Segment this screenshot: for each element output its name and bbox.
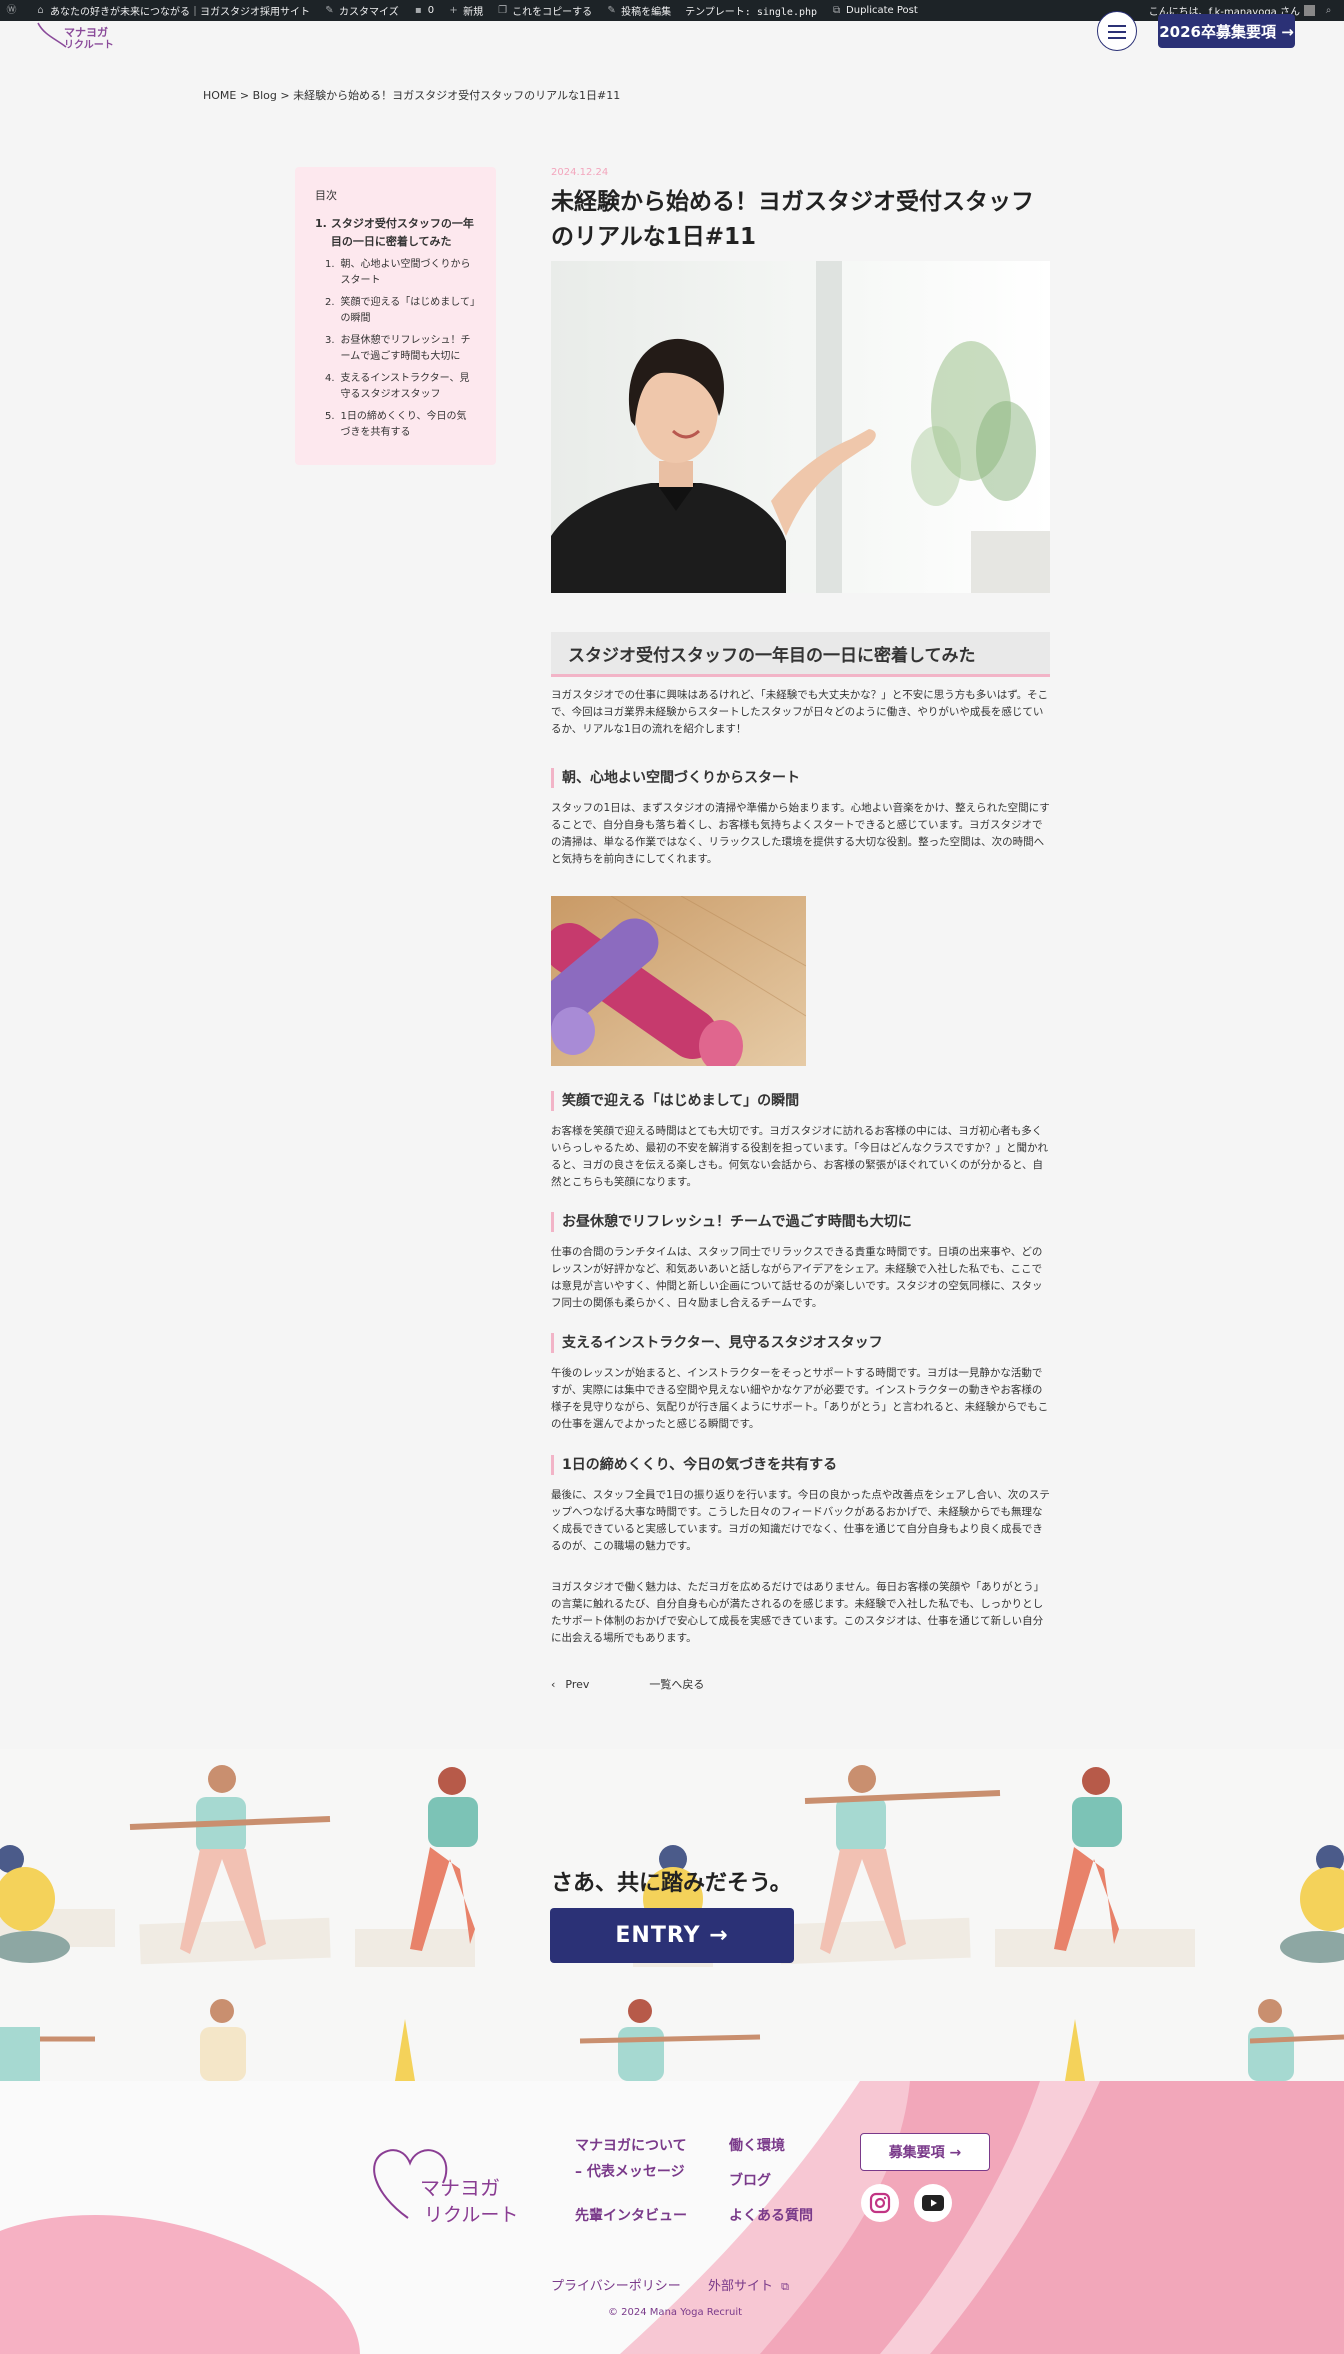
toc-item[interactable]: 1. 朝、心地よい空間づくりからスタート — [325, 257, 476, 289]
instagram-icon — [869, 2192, 891, 2214]
subheading: 笑顔で迎える「はじめまして」の瞬間 — [551, 1091, 799, 1111]
prev-link[interactable]: ‹ Prev — [551, 1676, 589, 1692]
wordpress-icon: Ⓦ — [6, 5, 17, 16]
brush-icon: ✎ — [325, 5, 334, 16]
toc-item[interactable]: 4. 支えるインストラクター、見守るスタジオスタッフ — [325, 371, 476, 403]
toc-item[interactable]: 5. 1日の締めくくり、今日の気づきを共有する — [325, 409, 476, 441]
toc-item-main[interactable]: 1. スタジオ受付スタッフの一年目の一日に密着してみた — [315, 215, 476, 251]
admin-bar: Ⓦ ⌂ あなたの好きが未来につながる｜ヨガスタジオ採用サイト ✎ カスタマイズ ▪ 0… — [0, 0, 1344, 21]
footer-link-environment[interactable]: 働く環境 — [729, 2135, 785, 2155]
paragraph: 午後のレッスンが始まると、インストラクターをそっとサポートする時間です。ヨガは一… — [551, 1367, 1049, 1430]
subheading: 朝、心地よい空間づくりからスタート — [551, 768, 800, 788]
post-title: 未経験から始める！ヨガスタジオ受付スタッフのリアルな1日#11 — [551, 189, 1034, 250]
footer-link-faq[interactable]: よくある質問 — [729, 2205, 813, 2225]
subheading: お昼休憩でリフレッシュ！チームで過ごす時間も大切に — [551, 1212, 912, 1232]
menu-line-icon — [1108, 25, 1126, 27]
entry-section: さあ、共に踏みだそう。 ENTRY → — [0, 1749, 1344, 2081]
search-icon: ⌕ — [1325, 5, 1332, 16]
hamburger-menu-button[interactable] — [1097, 11, 1137, 51]
footer-logo-text-top: マナヨガ — [420, 2176, 500, 2200]
menu-line-icon — [1108, 37, 1126, 39]
toc-title: 目次 — [315, 189, 337, 202]
footer-link-about[interactable]: マナヨガについて — [575, 2135, 687, 2155]
home-icon: ⌂ — [37, 5, 44, 16]
paragraph: 最後に、スタッフ全員で1日の振り返りを行います。今日の良かった点や改善点をシェア… — [551, 1489, 1050, 1552]
comment-icon: ▪ — [414, 5, 422, 16]
yoga-mat-image — [551, 896, 806, 1066]
svg-text:マナヨガ: マナヨガ — [64, 25, 108, 39]
footer-link-message[interactable]: – 代表メッセージ — [575, 2161, 685, 2181]
footer-link-blog[interactable]: ブログ — [729, 2170, 771, 2190]
admin-duplicate[interactable]: ⧉ Duplicate Post — [831, 5, 918, 16]
subheading: 1日の締めくくり、今日の気づきを共有する — [551, 1455, 837, 1475]
copy-icon: ❐ — [498, 5, 508, 16]
table-of-contents: 目次 1. スタジオ受付スタッフの一年目の一日に密着してみた 1. 朝、心地よい空… — [295, 167, 496, 465]
breadcrumb[interactable]: HOME > Blog > 未経験から始める！ヨガスタジオ受付スタッフのリアルな… — [203, 87, 620, 103]
privacy-policy-link[interactable]: プライバシーポリシー — [551, 2275, 681, 2294]
admin-copy[interactable]: ❐ これをコピーする — [497, 3, 592, 18]
admin-new[interactable]: + 新規 — [448, 3, 483, 18]
admin-template[interactable]: テンプレート: single.php — [685, 3, 817, 18]
toc-item[interactable]: 3. お昼休憩でリフレッシュ！チームで過ごす時間も大切に — [325, 333, 476, 365]
avatar — [1304, 5, 1315, 16]
youtube-icon — [922, 2195, 944, 2211]
admin-search[interactable]: ⌕ — [1323, 5, 1338, 16]
chevron-left-icon: ‹ — [551, 1677, 556, 1691]
recruit-2026-button[interactable]: 2026卒募集要項 → — [1158, 14, 1295, 48]
post-date: 2024.12.24 — [551, 167, 609, 178]
wp-logo-menu[interactable]: Ⓦ — [6, 5, 21, 16]
svg-text:リクルート: リクルート — [64, 39, 114, 51]
toc-item[interactable]: 2. 笑顔で迎える「はじめまして」の瞬間 — [325, 295, 476, 327]
admin-site-name[interactable]: ⌂ あなたの好きが未来につながる｜ヨガスタジオ採用サイト — [35, 3, 310, 18]
admin-edit-post[interactable]: ✎ 投稿を編集 — [606, 3, 671, 18]
pencil-icon: ✎ — [607, 5, 616, 16]
entry-copy: さあ、共に踏みだそう。 — [551, 1871, 792, 1896]
footer-logo[interactable]: マナヨガ リクルート — [368, 2143, 518, 2233]
external-site-link[interactable]: 外部サイト ⧉ — [708, 2275, 789, 2294]
post-navigation: ‹ Prev 一覧へ戻る — [551, 1676, 704, 1692]
admin-comments[interactable]: ▪ 0 — [413, 5, 434, 16]
article: 2024.12.24 未経験から始める！ヨガスタジオ受付スタッフのリアルな1日#… — [551, 167, 1050, 1691]
back-to-list-link[interactable]: 一覧へ戻る — [649, 1676, 704, 1692]
duplicate-icon: ⧉ — [832, 5, 841, 16]
subheading: 支えるインストラクター、見守るスタジオスタッフ — [551, 1333, 883, 1353]
external-link-icon: ⧉ — [781, 2280, 790, 2293]
closing-paragraph: ヨガスタジオで働く魅力は、ただヨガを広めるだけではありません。毎日お客様の笑顔や… — [551, 1581, 1045, 1644]
site-logo[interactable]: マナヨガ リクルート — [34, 21, 124, 51]
entry-button[interactable]: ENTRY → — [550, 1908, 794, 1963]
menu-line-icon — [1108, 31, 1126, 33]
intro-paragraph: ヨガスタジオでの仕事に興味はあるけれど、「未経験でも大丈夫かな？」と不安に思う方… — [551, 689, 1049, 735]
paragraph: 仕事の合間のランチタイムは、スタッフ同士でリラックスできる貴重な時間です。日頃の… — [551, 1246, 1043, 1309]
youtube-link[interactable] — [914, 2184, 952, 2222]
footer: マナヨガ リクルート マナヨガについて – 代表メッセージ 先輩インタビュー 働… — [0, 2081, 1344, 2354]
footer-link-interview[interactable]: 先輩インタビュー — [575, 2205, 687, 2225]
paragraph: スタッフの1日は、まずスタジオの清掃や準備から始まります。心地よい音楽をかけ、整… — [551, 802, 1050, 865]
section-heading: スタジオ受付スタッフの一年目の一日に密着してみた — [551, 632, 1050, 677]
paragraph: お客様を笑顔で迎える時間はとても大切です。ヨガスタジオに訪れるお客様の中には、ヨ… — [551, 1125, 1048, 1188]
footer-recruit-button[interactable]: 募集要項 → — [860, 2133, 990, 2171]
admin-customize[interactable]: ✎ カスタマイズ — [324, 3, 398, 18]
plus-icon: + — [449, 5, 458, 16]
instagram-link[interactable] — [861, 2184, 899, 2222]
footer-logo-text-bottom: リクルート — [424, 2204, 518, 2226]
copyright: © 2024 Mana Yoga Recruit — [608, 2307, 743, 2318]
hero-image — [551, 261, 1050, 593]
